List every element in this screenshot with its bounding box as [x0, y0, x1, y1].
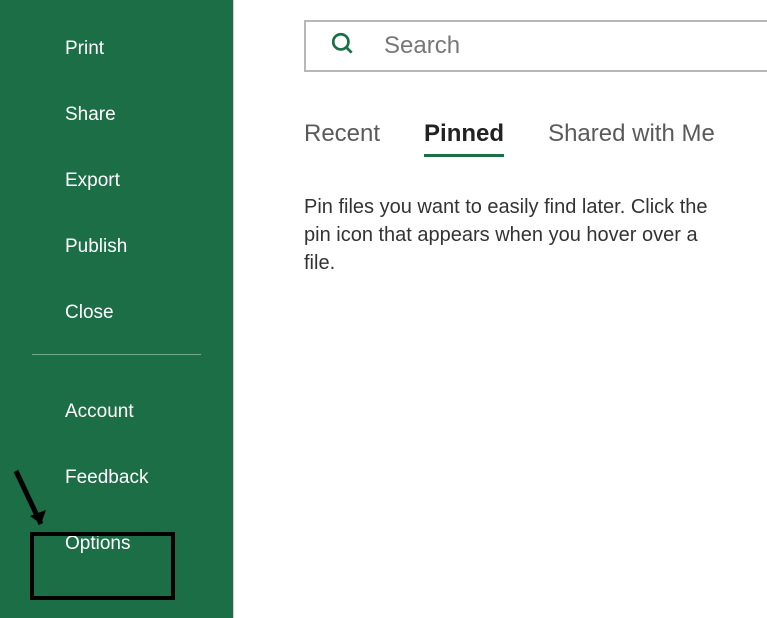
search-icon: [330, 31, 356, 62]
file-list-tabs: Recent Pinned Shared with Me: [304, 120, 767, 157]
sidebar-item-label: Share: [65, 104, 116, 125]
sidebar-item-print[interactable]: Print: [0, 0, 233, 82]
sidebar-item-label: Publish: [65, 236, 127, 257]
sidebar-item-options[interactable]: Options: [0, 511, 233, 577]
sidebar-item-export[interactable]: Export: [0, 148, 233, 214]
sidebar-item-label: Print: [65, 38, 104, 59]
sidebar-item-share[interactable]: Share: [0, 82, 233, 148]
sidebar-item-label: Feedback: [65, 467, 148, 488]
tab-label: Shared with Me: [548, 120, 715, 147]
sidebar-divider: [32, 354, 201, 355]
tab-pinned[interactable]: Pinned: [424, 120, 504, 157]
sidebar-item-label: Export: [65, 170, 120, 191]
sidebar-item-publish[interactable]: Publish: [0, 214, 233, 280]
search-placeholder: Search: [384, 32, 460, 60]
main-content: Search Recent Pinned Shared with Me Pin …: [233, 0, 767, 618]
tab-shared-with-me[interactable]: Shared with Me: [548, 120, 715, 157]
sidebar-item-label: Account: [65, 401, 134, 422]
tab-recent[interactable]: Recent: [304, 120, 380, 157]
sidebar-item-label: Options: [65, 533, 130, 554]
sidebar-item-label: Close: [65, 302, 114, 323]
sidebar-item-account[interactable]: Account: [0, 363, 233, 445]
search-input[interactable]: Search: [304, 20, 767, 72]
tab-label: Recent: [304, 120, 380, 147]
pinned-empty-hint: Pin files you want to easily find later.…: [304, 193, 724, 277]
backstage-sidebar: Print Share Export Publish Close Account…: [0, 0, 233, 618]
sidebar-item-close[interactable]: Close: [0, 280, 233, 346]
tab-label: Pinned: [424, 120, 504, 147]
sidebar-item-feedback[interactable]: Feedback: [0, 445, 233, 511]
